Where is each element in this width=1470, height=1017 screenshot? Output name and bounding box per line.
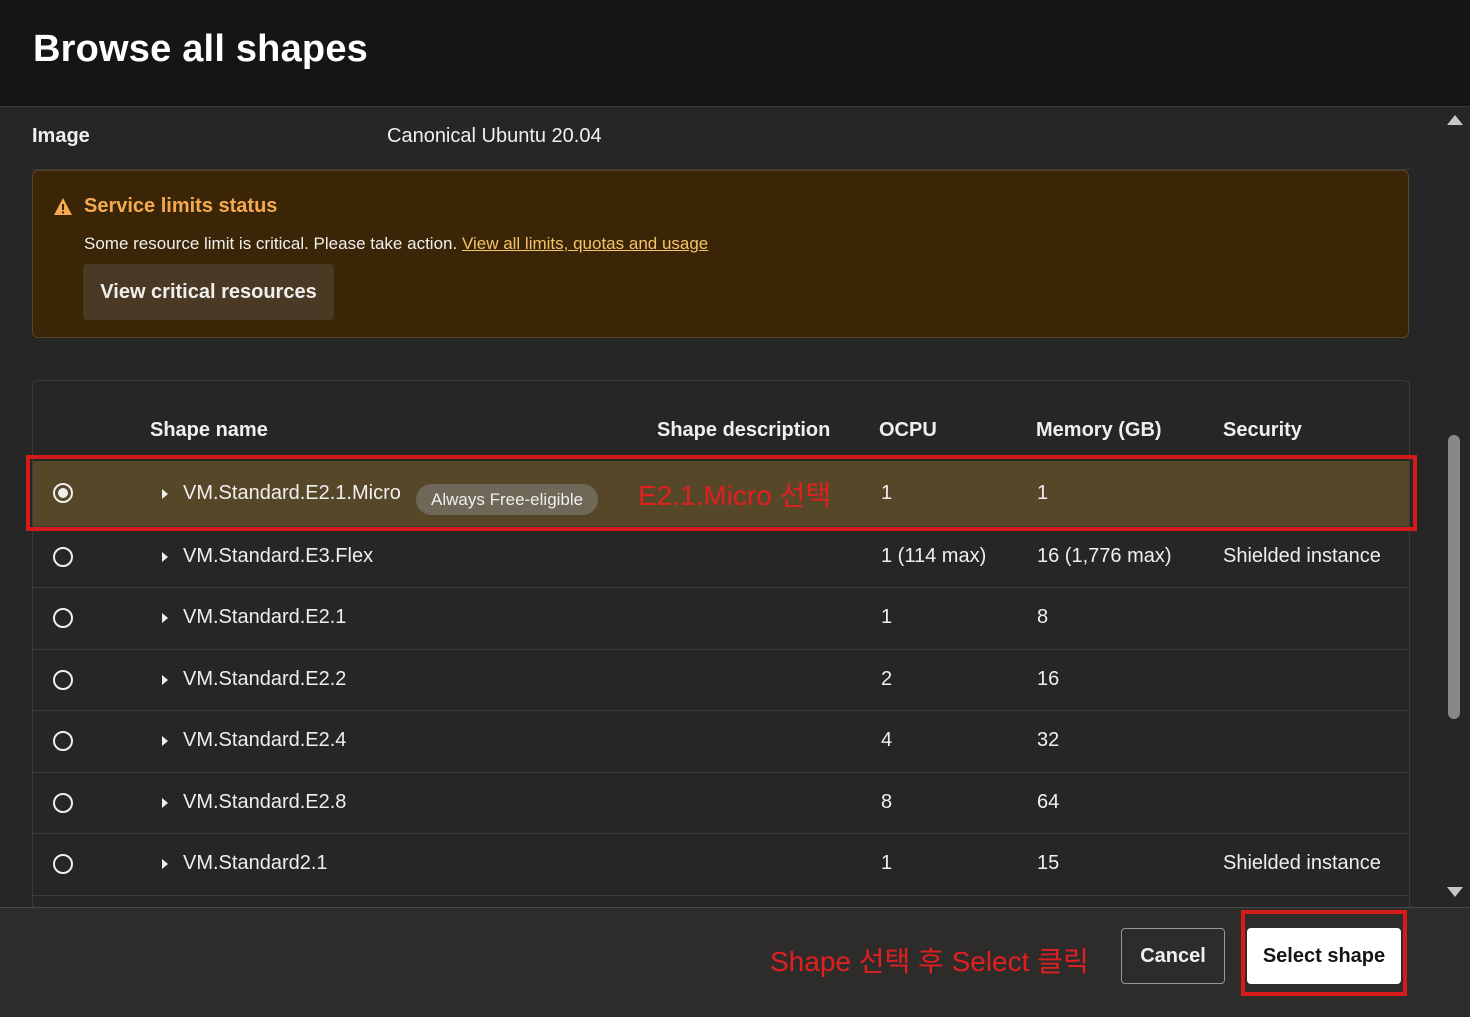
shape-name: VM.Standard.E2.8	[183, 791, 347, 813]
expand-caret-icon[interactable]	[162, 859, 168, 869]
header-security[interactable]: Security	[1223, 419, 1302, 442]
shape-name: VM.Standard.E2.2	[183, 668, 347, 690]
ocpu-value: 1 (114 max)	[881, 545, 987, 567]
table-row[interactable]: VM.Standard.E2.1 1 8	[33, 587, 1409, 650]
scroll-down-arrow-icon[interactable]	[1447, 887, 1463, 897]
memory-value: 16 (1,776 max)	[1037, 545, 1172, 567]
shape-name: VM.Standard.E2.1	[183, 606, 347, 628]
header-ocpu[interactable]: OCPU	[879, 419, 937, 442]
ocpu-value: 8	[881, 791, 893, 813]
header-memory[interactable]: Memory (GB)	[1036, 419, 1162, 442]
image-row: Image Canonical Ubuntu 20.04	[32, 107, 1410, 170]
expand-caret-icon[interactable]	[162, 675, 168, 685]
scroll-thumb[interactable]	[1448, 435, 1460, 719]
view-limits-link[interactable]: View all limits, quotas and usage	[462, 234, 708, 253]
dialog-header: Browse all shapes	[0, 0, 1470, 107]
view-critical-resources-button[interactable]: View critical resources	[83, 264, 334, 320]
memory-value: 15	[1037, 852, 1060, 874]
ocpu-value: 4	[881, 729, 893, 751]
ocpu-value: 1	[881, 606, 893, 628]
expand-caret-icon[interactable]	[162, 613, 168, 623]
radio-button[interactable]	[53, 670, 73, 690]
header-shape-name[interactable]: Shape name	[150, 419, 268, 442]
table-row[interactable]: VM.Standard2.1 1 15 Shielded instance	[33, 833, 1409, 896]
memory-value: 8	[1037, 606, 1049, 628]
cancel-button[interactable]: Cancel	[1121, 928, 1225, 984]
radio-button[interactable]	[53, 731, 73, 751]
expand-caret-icon[interactable]	[162, 552, 168, 562]
security-value: Shielded instance	[1223, 545, 1381, 567]
dialog-title: Browse all shapes	[33, 28, 368, 70]
annotation-highlight-button	[1241, 910, 1407, 996]
shape-name: VM.Standard.E3.Flex	[183, 545, 374, 567]
expand-caret-icon[interactable]	[162, 798, 168, 808]
table-row[interactable]: VM.Standard.E2.8 8 64	[33, 772, 1409, 834]
memory-value: 16	[1037, 668, 1060, 690]
radio-button[interactable]	[53, 793, 73, 813]
expand-caret-icon[interactable]	[162, 736, 168, 746]
ocpu-value: 1	[881, 852, 893, 874]
radio-button[interactable]	[53, 854, 73, 874]
annotation-row-note: E2.1.Micro 선택	[638, 480, 832, 511]
vertical-scrollbar[interactable]	[1440, 107, 1470, 907]
table-row[interactable]: VM.Standard.E3.Flex 1 (114 max) 16 (1,77…	[33, 526, 1409, 588]
table-row[interactable]: VM.Standard.E2.4 4 32	[33, 710, 1409, 773]
warning-icon	[54, 198, 72, 215]
scroll-up-arrow-icon[interactable]	[1447, 115, 1463, 125]
shape-name: VM.Standard2.1	[183, 852, 328, 874]
service-limits-alert: Service limits status Some resource limi…	[32, 170, 1409, 338]
table-row[interactable]: VM.Standard.E2.2 2 16	[33, 649, 1409, 711]
memory-value: 64	[1037, 791, 1060, 813]
alert-title: Service limits status	[84, 195, 278, 217]
image-label: Image	[32, 125, 90, 147]
security-value: Shielded instance	[1223, 852, 1381, 874]
annotation-footer-note: Shape 선택 후 Select 클릭	[770, 946, 1089, 977]
memory-value: 32	[1037, 729, 1060, 751]
image-value: Canonical Ubuntu 20.04	[387, 125, 602, 147]
ocpu-value: 2	[881, 668, 893, 690]
radio-button[interactable]	[53, 547, 73, 567]
shape-name: VM.Standard.E2.4	[183, 729, 347, 751]
radio-button[interactable]	[53, 608, 73, 628]
header-shape-description[interactable]: Shape description	[657, 419, 830, 442]
alert-message: Some resource limit is critical. Please …	[84, 234, 458, 253]
alert-message-line: Some resource limit is critical. Please …	[84, 234, 708, 254]
